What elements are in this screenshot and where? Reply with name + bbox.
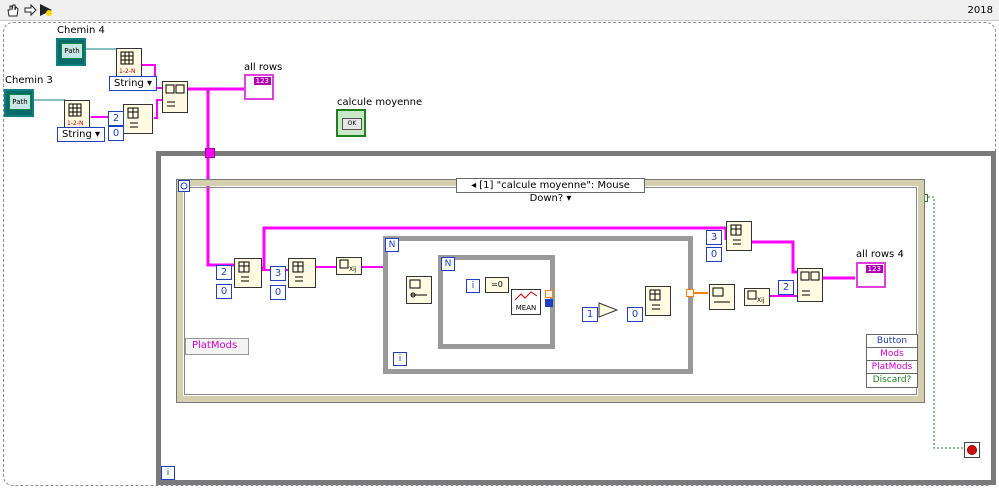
inner-loop-count-terminal: N (441, 257, 455, 271)
add-function[interactable] (598, 302, 619, 318)
event-data-node-left: PlatMods (185, 338, 249, 355)
outer-loop-iteration-terminal: i (393, 352, 407, 366)
numeric-constant[interactable]: 0 (216, 284, 232, 299)
numeric-type-badge: 123 (253, 77, 271, 85)
numeric-type-badge: 123 (865, 265, 883, 273)
replace-array-subset-function[interactable] (645, 286, 671, 316)
selector-prev-arrow-icon[interactable]: ◂ (471, 180, 476, 191)
path-wire (34, 99, 66, 108)
path-icon: Path (61, 43, 83, 59)
stop-icon (967, 445, 977, 455)
event-case-selector[interactable]: ◂ [1] "calcule moyenne": Mouse Down? ▾ (456, 178, 645, 204)
indicator-label-all-rows: all rows (244, 62, 283, 73)
array-subset-function[interactable] (234, 258, 262, 288)
svg-text:Xij: Xij (757, 297, 765, 304)
event-data-node-right: Button Mods PlatMods Discard? (866, 334, 918, 388)
numeric-constant[interactable]: 3 (706, 230, 722, 245)
build-array-function[interactable] (162, 81, 188, 113)
transpose-array-function[interactable]: Xij (744, 288, 770, 306)
outer-loop-tunnel (686, 289, 694, 297)
while-loop-iteration-terminal: i (161, 466, 175, 480)
path-control-chemin3[interactable]: Path (4, 89, 34, 117)
string-array-wire (154, 99, 162, 119)
read-spreadsheet-function[interactable]: 1-2-N (116, 48, 142, 78)
equal-zero-function[interactable]: =0 (485, 277, 509, 293)
numeric-constant[interactable]: 2 (108, 111, 124, 126)
array-subset-function[interactable] (288, 258, 316, 288)
svg-text:Xij: Xij (349, 266, 357, 273)
numeric-constant[interactable]: 1 (582, 307, 598, 322)
platmods-item: PlatMods (192, 340, 238, 351)
timeout-terminal[interactable] (178, 180, 190, 192)
numeric-constant[interactable]: 0 (706, 247, 722, 262)
numeric-constant[interactable]: 2 (778, 280, 794, 295)
selector-dropdown-icon[interactable]: ▾ (566, 193, 571, 204)
svg-text:1-2-N: 1-2-N (119, 68, 135, 75)
numeric-constant[interactable]: 2 (216, 265, 232, 280)
numeric-constant[interactable]: 0 (270, 285, 286, 300)
path-label-chemin3: Chemin 3 (5, 75, 53, 86)
number-to-string-function[interactable] (709, 284, 735, 310)
numeric-constant[interactable]: 3 (270, 266, 286, 281)
path-icon: Path (9, 94, 31, 110)
dropdown-arrow-icon: ▾ (95, 129, 101, 140)
array-subset-function[interactable] (726, 221, 752, 251)
path-control-chemin4[interactable]: Path (56, 38, 86, 66)
path-wire (84, 48, 118, 58)
transpose-array-function[interactable]: Xij (336, 257, 362, 275)
type-enum-string[interactable]: String ▾ (109, 76, 158, 91)
indicator-label-all-rows-4: all rows 4 (856, 249, 904, 260)
read-spreadsheet-function[interactable]: 1-2-N (64, 100, 90, 130)
build-array-function[interactable] (797, 268, 823, 302)
input-tunnel (205, 148, 215, 158)
mean-label: MEAN (515, 304, 537, 312)
numeric-constant[interactable]: 0 (627, 307, 643, 322)
type-enum-string[interactable]: String ▾ (57, 127, 106, 142)
event-item-discard: Discard? (866, 373, 918, 388)
button-label-calcule-moyenne: calcule moyenne (337, 97, 423, 108)
inner-loop-iteration-terminal: i (466, 279, 480, 293)
mean-function[interactable]: MEAN (511, 289, 541, 315)
stop-terminal[interactable] (964, 442, 980, 458)
outer-loop-count-terminal: N (385, 238, 399, 252)
enum-value: String (114, 78, 144, 89)
string-to-number-function[interactable] (406, 276, 432, 304)
svg-text:1-2-N: 1-2-N (67, 120, 83, 127)
calcule-moyenne-button[interactable]: OK (336, 109, 366, 137)
all-rows-4-indicator: 123 (856, 262, 886, 288)
numeric-constant[interactable]: 0 (108, 126, 124, 141)
path-label-chemin4: Chemin 4 (57, 25, 105, 36)
enum-value: String (62, 129, 92, 140)
all-rows-indicator: 123 (244, 74, 274, 100)
dropdown-arrow-icon: ▾ (147, 78, 153, 89)
inner-loop-tunnel (545, 290, 553, 298)
array-subset-function[interactable] (123, 104, 153, 134)
inner-loop-tunnel (545, 299, 553, 307)
ok-button-face: OK (342, 118, 362, 130)
